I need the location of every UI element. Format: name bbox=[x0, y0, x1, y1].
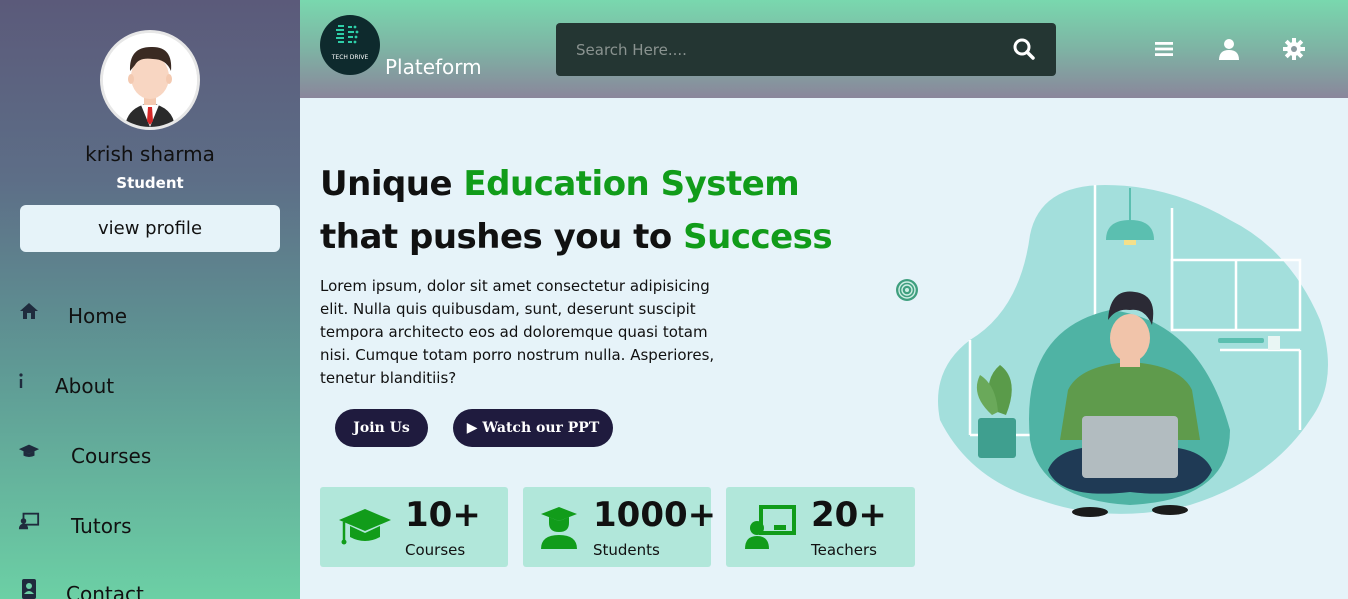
sidebar-item-label: Courses bbox=[71, 444, 152, 468]
search-icon[interactable] bbox=[1012, 37, 1036, 61]
watch-ppt-button[interactable]: ▶ Watch our PPT bbox=[453, 409, 613, 447]
hero-title-highlight: Success bbox=[683, 217, 833, 257]
user-avatar[interactable] bbox=[100, 30, 200, 130]
student-icon bbox=[539, 505, 593, 549]
hero-title-plain: that pushes you to bbox=[320, 217, 684, 257]
stat-label: Students bbox=[593, 541, 660, 559]
stat-card-students: 1000+ Students bbox=[523, 487, 716, 567]
search-bar bbox=[556, 23, 1056, 76]
stat-value: 10+ bbox=[405, 495, 481, 535]
sidebar-item-label: Contact bbox=[66, 582, 144, 599]
stat-label: Courses bbox=[405, 541, 466, 559]
hero-title-line1: Unique Education System bbox=[320, 164, 800, 204]
menu-icon[interactable] bbox=[1152, 37, 1176, 61]
student-laptop-illustration bbox=[930, 180, 1335, 525]
join-us-button[interactable]: Join Us bbox=[335, 409, 428, 447]
sidebar-item-courses[interactable]: Courses bbox=[0, 438, 300, 478]
hero-title-plain: Unique bbox=[320, 164, 464, 204]
sidebar: krish sharma Student view profile Home A… bbox=[0, 0, 300, 599]
stat-label: Teachers bbox=[811, 541, 877, 559]
top-header: TECH DRIVE Plateform bbox=[300, 0, 1348, 98]
tech-drive-logo[interactable]: TECH DRIVE bbox=[320, 15, 380, 75]
stat-value: 20+ bbox=[811, 495, 887, 535]
sidebar-item-label: About bbox=[55, 374, 115, 398]
target-icon bbox=[895, 278, 919, 302]
logo-text: TECH DRIVE bbox=[331, 54, 369, 61]
stat-card-teachers: 20+ Teachers bbox=[726, 487, 915, 567]
graduation-cap-icon bbox=[338, 505, 392, 549]
hero-title-highlight: Education System bbox=[463, 164, 800, 204]
user-name: krish sharma bbox=[85, 142, 215, 166]
user-icon[interactable] bbox=[1217, 37, 1241, 61]
search-input[interactable] bbox=[556, 23, 996, 76]
address-book-icon bbox=[18, 578, 40, 599]
sidebar-item-home[interactable]: Home bbox=[0, 298, 300, 338]
sidebar-item-tutors[interactable]: Tutors bbox=[0, 508, 300, 548]
sidebar-item-about[interactable]: About bbox=[0, 368, 300, 408]
stat-value: 1000+ bbox=[593, 495, 717, 535]
stat-card-courses: 10+ Courses bbox=[320, 487, 508, 567]
info-icon bbox=[10, 370, 32, 392]
teacher-board-icon bbox=[744, 505, 798, 549]
view-profile-button[interactable]: view profile bbox=[20, 205, 280, 252]
sidebar-item-contact[interactable]: Contact bbox=[0, 576, 300, 599]
user-role: Student bbox=[116, 174, 184, 192]
sidebar-item-label: Tutors bbox=[71, 514, 132, 538]
graduation-cap-icon bbox=[18, 440, 40, 462]
teacher-board-icon bbox=[18, 510, 40, 532]
settings-icon[interactable] bbox=[1282, 37, 1306, 61]
home-icon bbox=[18, 300, 40, 322]
hero-description: Lorem ipsum, dolor sit amet consectetur … bbox=[320, 277, 715, 387]
hero-title-line2: that pushes you to Success bbox=[320, 217, 833, 257]
brand-name: Plateform bbox=[385, 55, 482, 79]
sidebar-item-label: Home bbox=[68, 304, 128, 328]
